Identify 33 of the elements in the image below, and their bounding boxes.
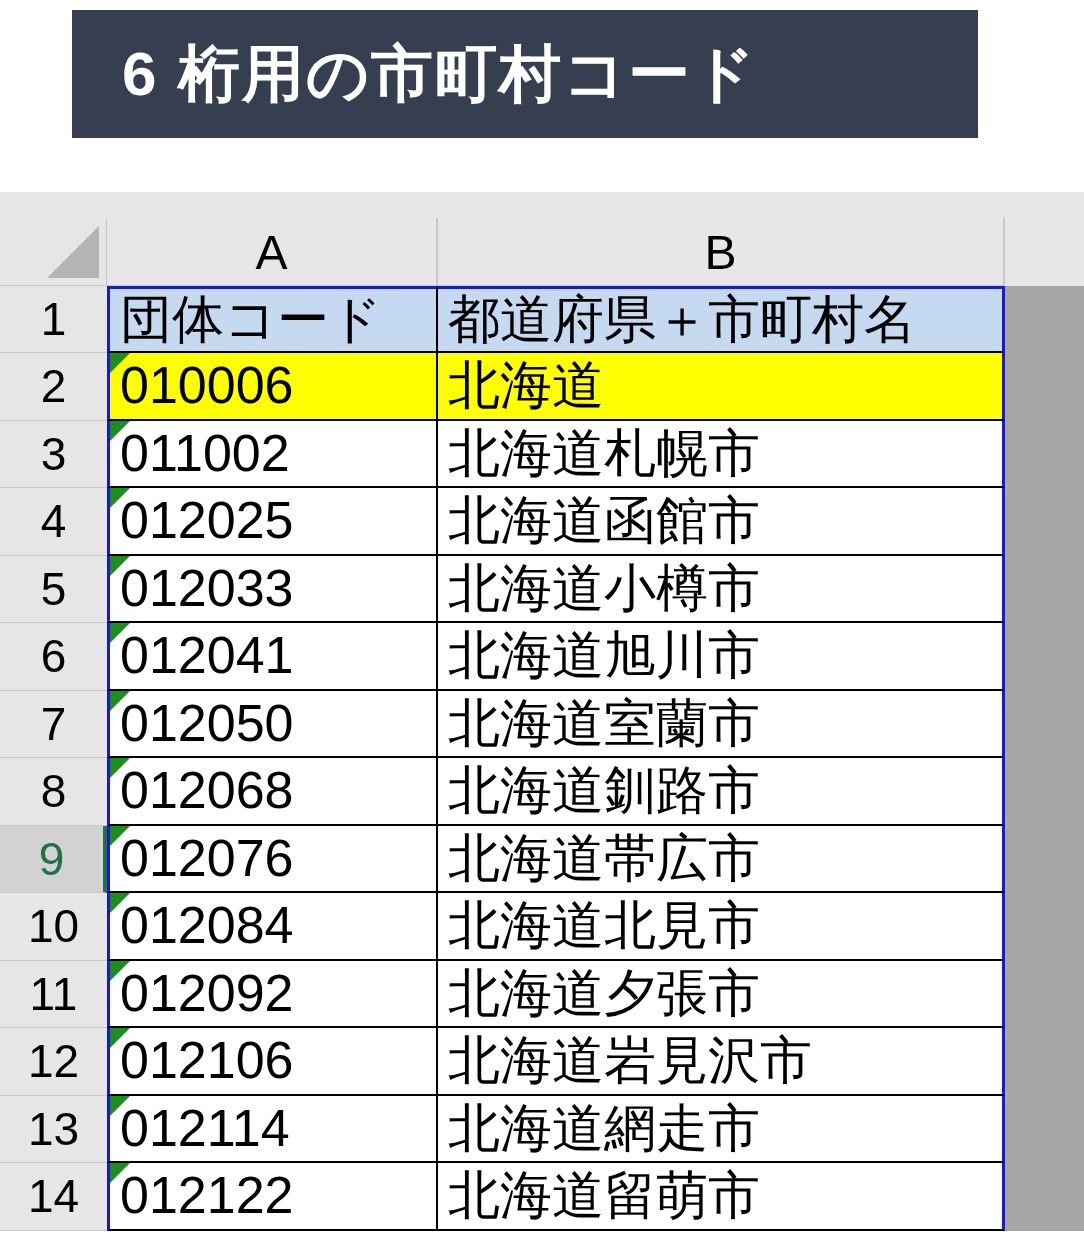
table-cell: 012084 — [107, 893, 438, 961]
table-cell: 北海道旭川市 — [438, 623, 1005, 691]
table-cell: 012122 — [107, 1163, 438, 1231]
table-cell: 北海道北見市 — [438, 893, 1005, 961]
table-cell: 北海道札幌市 — [438, 420, 1005, 488]
table-cell: 北海道岩見沢市 — [438, 1028, 1005, 1096]
table-cell: 012050 — [107, 690, 438, 758]
table-cell: 北海道小樽市 — [438, 555, 1005, 623]
table-cell: 012041 — [107, 623, 438, 691]
table-cell: 012092 — [107, 960, 438, 1028]
table-cell: 団体コード — [107, 285, 438, 353]
table-cell: 012106 — [107, 1028, 438, 1096]
table-cell: 北海道室蘭市 — [438, 690, 1005, 758]
table-cell: 012033 — [107, 555, 438, 623]
table-cell: 北海道帯広市 — [438, 825, 1005, 893]
table-cell: 北海道網走市 — [438, 1095, 1005, 1163]
table-cell: 北海道函館市 — [438, 488, 1005, 556]
table-cell: 012114 — [107, 1095, 438, 1163]
column-header[interactable]: A — [107, 218, 438, 286]
table-cell: 北海道夕張市 — [438, 960, 1005, 1028]
table-cell: 北海道 — [438, 353, 1005, 421]
table-cell: 北海道留萌市 — [438, 1163, 1005, 1231]
row-header[interactable]: 9 — [0, 825, 107, 893]
page-title: 6 桁用の市町村コード — [72, 10, 978, 138]
table-cell: 011002 — [107, 420, 438, 488]
table-cell: 都道府県＋市町村名 — [438, 285, 1005, 353]
table-cell: 012068 — [107, 758, 438, 826]
column-header[interactable]: B — [438, 218, 1005, 286]
select-all-icon[interactable] — [47, 226, 99, 278]
table-cell: 北海道釧路市 — [438, 758, 1005, 826]
table-cell: 012025 — [107, 488, 438, 556]
table-cell: 010006 — [107, 353, 438, 421]
table-cell: 012076 — [107, 825, 438, 893]
